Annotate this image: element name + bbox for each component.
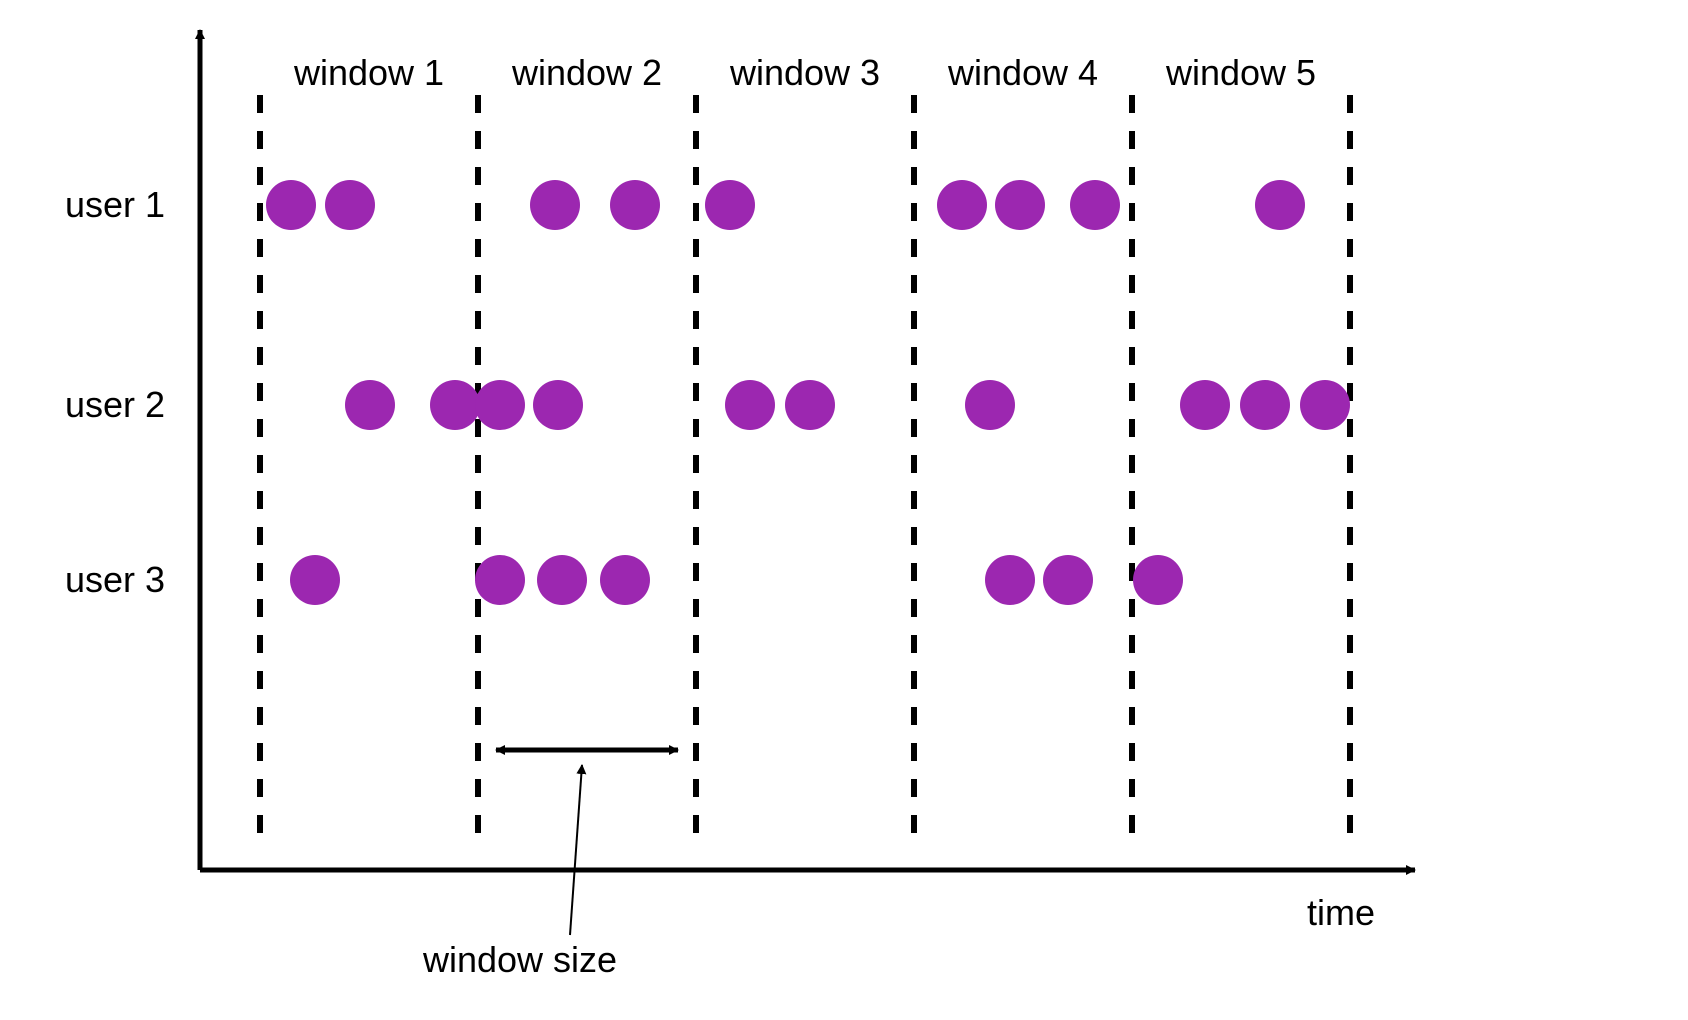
event-dot	[1070, 180, 1120, 230]
event-dot	[475, 555, 525, 605]
event-dot	[1240, 380, 1290, 430]
x-axis-label: time	[1307, 892, 1375, 933]
event-dot	[1300, 380, 1350, 430]
event-dot	[985, 555, 1035, 605]
event-dot	[600, 555, 650, 605]
event-dot	[1133, 555, 1183, 605]
window-label: window 2	[511, 52, 662, 93]
event-dot	[325, 180, 375, 230]
event-dot	[530, 180, 580, 230]
event-dot	[475, 380, 525, 430]
event-dot	[266, 180, 316, 230]
event-dot	[533, 380, 583, 430]
event-dot	[290, 555, 340, 605]
diagram-svg: window 1 window 2 window 3 window 4 window 5…	[0, 0, 1688, 1020]
event-dot	[995, 180, 1045, 230]
window-size-label: window size	[422, 939, 617, 980]
window-label: window 5	[1165, 52, 1316, 93]
user-label: user 2	[65, 384, 165, 425]
event-dot	[345, 380, 395, 430]
event-dot	[1180, 380, 1230, 430]
event-dot	[1255, 180, 1305, 230]
window-size-pointer	[570, 765, 582, 935]
window-label: window 3	[729, 52, 880, 93]
event-dot	[725, 380, 775, 430]
event-dot	[537, 555, 587, 605]
window-label: window 1	[293, 52, 444, 93]
event-dot	[785, 380, 835, 430]
window-label: window 4	[947, 52, 1098, 93]
user-label: user 3	[65, 559, 165, 600]
event-dot	[430, 380, 480, 430]
event-dot	[937, 180, 987, 230]
event-dot	[1043, 555, 1093, 605]
event-dot	[610, 180, 660, 230]
diagram-root: window 1 window 2 window 3 window 4 window 5…	[0, 0, 1688, 1020]
event-dot	[965, 380, 1015, 430]
user-label: user 1	[65, 184, 165, 225]
event-dot	[705, 180, 755, 230]
